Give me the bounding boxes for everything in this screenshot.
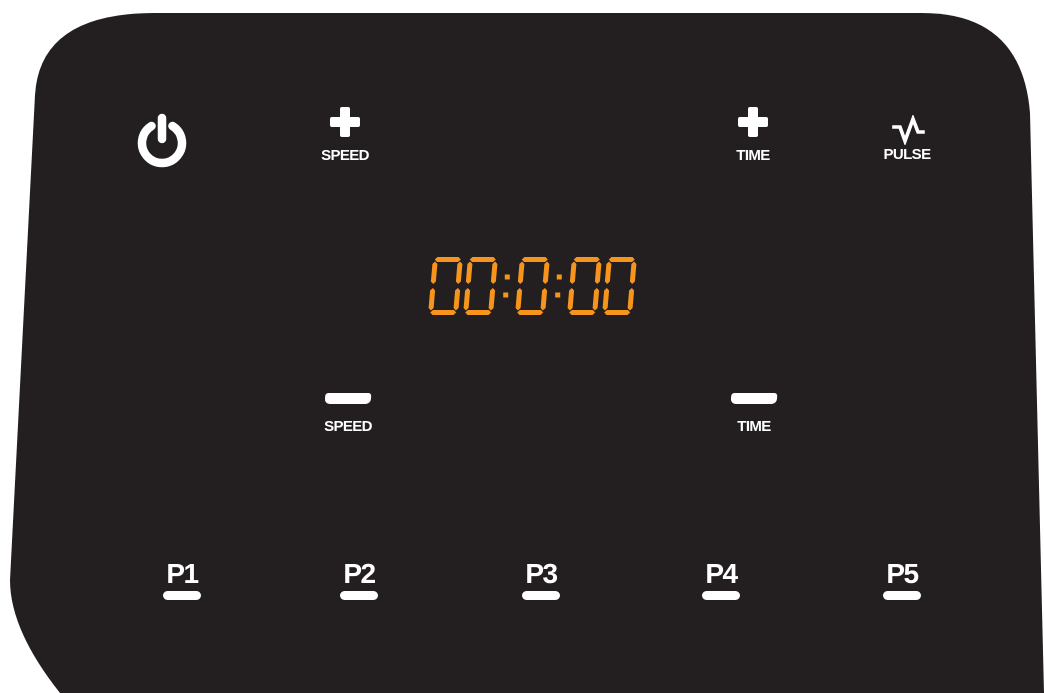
blender-control-panel: SPEED TIME PULSE 00:0:00 SPEED TIME P1 P…: [0, 0, 1044, 693]
display-segment: [463, 288, 471, 311]
time-down-button[interactable]: TIME: [719, 393, 789, 434]
preset-label: P4: [705, 558, 738, 589]
display-segment: [542, 261, 550, 284]
display-segment: [573, 257, 600, 262]
display-segment: [604, 310, 631, 315]
pulse-button[interactable]: PULSE: [871, 115, 943, 162]
display-segment: [569, 310, 596, 315]
display-segment: [490, 261, 498, 284]
plus-icon: [330, 107, 360, 137]
pulse-wave-icon: [892, 115, 925, 145]
display-segment: [465, 310, 492, 315]
minus-icon: [324, 393, 372, 404]
display-segment: [515, 288, 523, 311]
preset-p5-button[interactable]: P5: [872, 560, 932, 600]
preset-label: P1: [166, 558, 199, 589]
time-down-label: TIME: [737, 418, 771, 435]
display-segment: [602, 288, 610, 311]
display-colon-dot: [555, 292, 561, 298]
display-segment: [521, 257, 548, 262]
preset-p4-button[interactable]: P4: [691, 560, 751, 600]
display-segment: [488, 288, 496, 311]
display-segment: [453, 288, 461, 311]
power-icon: [137, 113, 187, 168]
display-segment: [629, 261, 637, 284]
display-segment: [465, 261, 473, 284]
display-segment: [540, 288, 548, 311]
display-segment: [592, 288, 600, 311]
preset-indicator: [522, 591, 560, 600]
speed-down-button[interactable]: SPEED: [313, 393, 383, 434]
display-segment: [569, 261, 577, 284]
time-up-label: TIME: [736, 147, 770, 164]
preset-label: P2: [343, 558, 376, 589]
speed-down-label: SPEED: [324, 418, 372, 435]
display-segment: [434, 257, 461, 262]
minus-icon: [730, 393, 778, 404]
display-segment: [517, 261, 525, 284]
preset-indicator: [702, 591, 740, 600]
preset-label: P5: [886, 558, 919, 589]
display-segment: [430, 310, 457, 315]
time-display: [428, 257, 637, 315]
display-segment: [567, 288, 575, 311]
preset-label: P3: [525, 558, 558, 589]
display-segment: [608, 257, 635, 262]
display-segment: [604, 261, 612, 284]
speed-up-button[interactable]: SPEED: [311, 105, 379, 163]
preset-indicator: [883, 591, 921, 600]
display-segment: [594, 261, 602, 284]
time-up-button[interactable]: TIME: [720, 105, 786, 163]
display-colon-dot: [504, 274, 510, 280]
preset-indicator: [340, 591, 378, 600]
display-segment: [469, 257, 496, 262]
preset-p3-button[interactable]: P3: [511, 560, 571, 600]
preset-p1-button[interactable]: P1: [152, 560, 212, 600]
display-segment: [627, 288, 635, 311]
display-segment: [430, 261, 438, 284]
speed-up-label: SPEED: [321, 147, 369, 164]
display-colon-dot: [556, 274, 562, 280]
plus-icon: [738, 107, 768, 137]
display-segment: [428, 288, 436, 311]
display-segment: [517, 310, 544, 315]
preset-p2-button[interactable]: P2: [329, 560, 389, 600]
power-button[interactable]: [132, 112, 192, 172]
display-segment: [455, 261, 463, 284]
preset-indicator: [163, 591, 201, 600]
pulse-label: PULSE: [883, 146, 931, 163]
display-colon-dot: [503, 292, 509, 298]
